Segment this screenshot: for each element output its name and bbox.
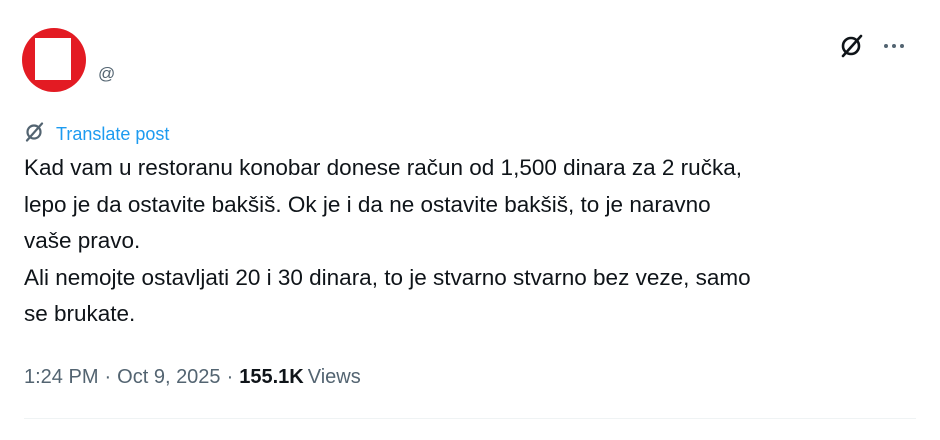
tweet-text-line: se brukate. — [24, 301, 136, 326]
tweet-text: Kad vam u restoranu konobar donese račun… — [24, 150, 924, 333]
meta-separator: · — [104, 366, 112, 388]
tweet-post: @ Translate post Kad vam u restoranu kon… — [0, 0, 940, 440]
translate-post-link[interactable]: Translate post — [24, 121, 169, 148]
post-metadata: 1:24 PM · Oct 9, 2025 · 155.1K Views — [24, 366, 361, 389]
tweet-text-line: Kad vam u restoranu konobar donese račun… — [24, 155, 742, 180]
meta-separator: · — [226, 366, 234, 388]
author-handle[interactable]: @ — [98, 64, 115, 84]
more-options-icon[interactable] — [880, 32, 908, 60]
views-count[interactable]: 155.1K — [239, 366, 304, 389]
post-date[interactable]: Oct 9, 2025 — [117, 366, 220, 389]
translate-label[interactable]: Translate post — [56, 124, 169, 145]
divider — [24, 418, 916, 419]
avatar[interactable] — [22, 28, 86, 92]
views-label: Views — [307, 366, 361, 388]
avatar-logo — [35, 38, 71, 80]
tweet-text-line: lepo je da ostavite bakšiš. Ok je i da n… — [24, 191, 711, 217]
tweet-text-line: Ali nemojte ostavljati 20 i 30 dinara, t… — [24, 264, 751, 290]
post-time[interactable]: 1:24 PM — [24, 366, 98, 389]
translate-icon — [24, 121, 46, 148]
grok-icon[interactable] — [838, 32, 866, 60]
tweet-text-line: vaše pravo. — [24, 228, 141, 253]
